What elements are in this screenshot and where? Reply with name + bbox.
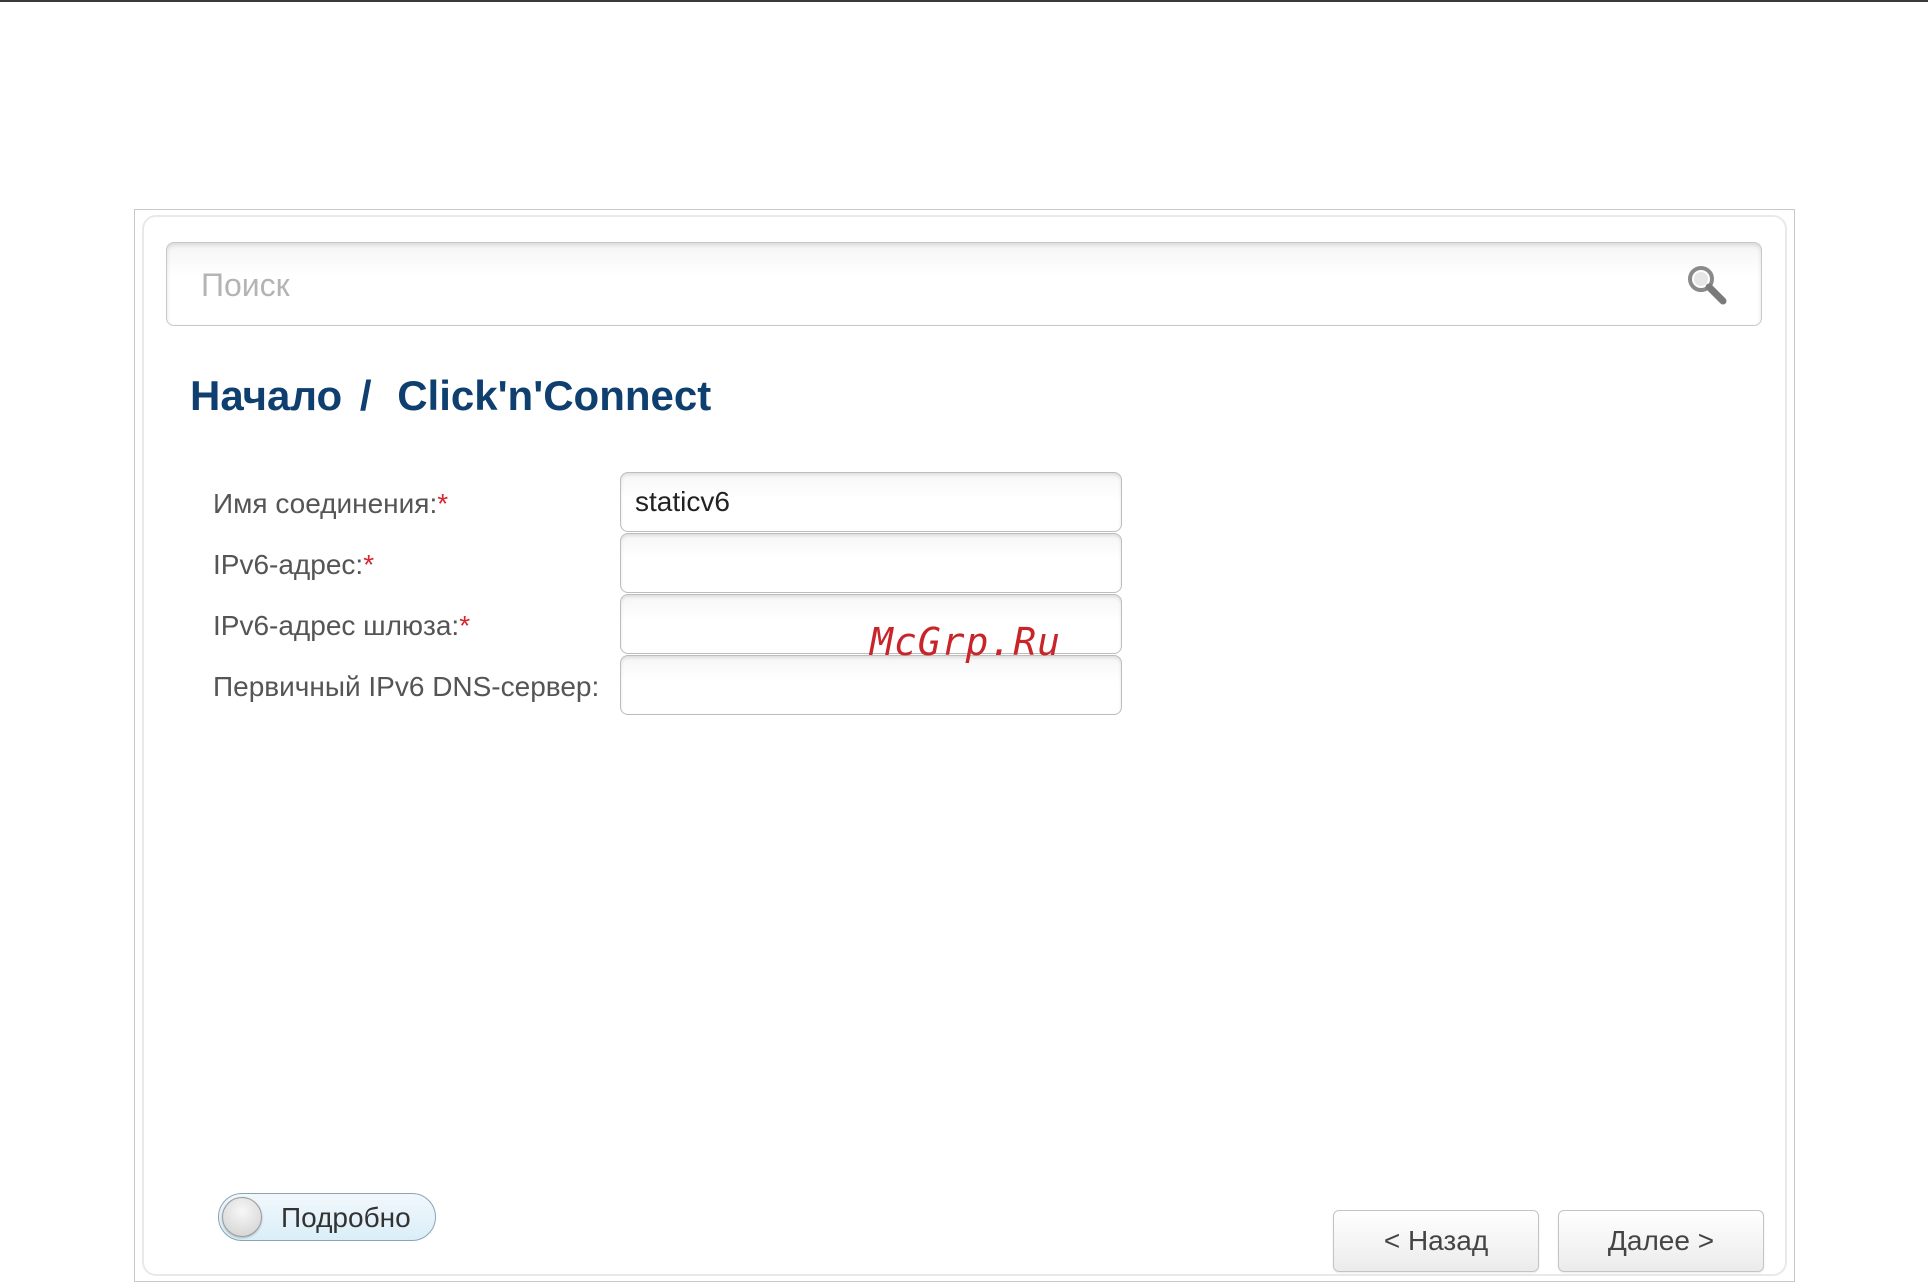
breadcrumb-separator: / — [359, 372, 372, 419]
form-row-primary-dns: Первичный IPv6 DNS-сервер: — [213, 655, 1123, 731]
search-icon[interactable] — [1683, 261, 1731, 309]
connection-name-input[interactable] — [620, 472, 1122, 532]
ipv6-address-label: IPv6-адрес:* — [213, 549, 375, 580]
required-mark: * — [437, 488, 449, 519]
breadcrumb-root[interactable]: Начало — [190, 372, 342, 419]
ipv6-gateway-label: IPv6-адрес шлюза:* — [213, 610, 471, 641]
toggle-knob[interactable] — [222, 1197, 262, 1237]
main-panel — [134, 209, 1795, 1282]
search-bar[interactable] — [166, 242, 1762, 326]
connection-name-label: Имя соединения:* — [213, 488, 449, 519]
breadcrumb-current: Click'n'Connect — [397, 372, 712, 419]
primary-dns-input[interactable] — [620, 655, 1122, 715]
primary-dns-label: Первичный IPv6 DNS-сервер: — [213, 671, 600, 702]
ipv6-address-input[interactable] — [620, 533, 1122, 593]
required-mark: * — [363, 549, 375, 580]
watermark: McGrp.Ru — [870, 620, 1062, 664]
top-rule — [0, 0, 1928, 2]
next-button[interactable]: Далее > — [1558, 1210, 1764, 1272]
back-button[interactable]: < Назад — [1333, 1210, 1539, 1272]
details-toggle[interactable]: Подробно — [218, 1193, 436, 1241]
required-mark: * — [459, 610, 471, 641]
search-input[interactable] — [201, 263, 1651, 307]
page-title: Начало / Click'n'Connect — [190, 372, 711, 420]
details-toggle-label: Подробно — [281, 1202, 411, 1233]
